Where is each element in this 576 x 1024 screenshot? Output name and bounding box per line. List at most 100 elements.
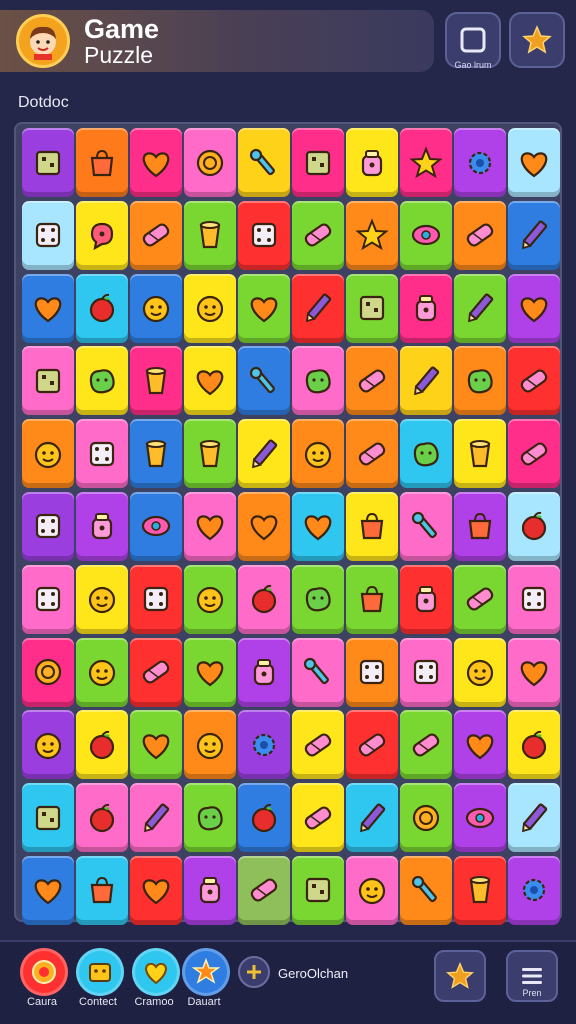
tile-heart[interactable] xyxy=(238,273,290,343)
tile-face[interactable] xyxy=(454,637,506,707)
tile-heart[interactable] xyxy=(292,491,344,561)
tile-wrench[interactable] xyxy=(238,346,290,416)
tile-face[interactable] xyxy=(184,564,236,634)
tile-heart[interactable] xyxy=(508,128,560,197)
tile-jar[interactable] xyxy=(400,273,452,343)
tile-face[interactable] xyxy=(184,273,236,343)
tile-box[interactable] xyxy=(22,346,74,416)
tile-candy[interactable] xyxy=(508,346,560,416)
tile-heart[interactable] xyxy=(184,637,236,707)
tile-bag[interactable] xyxy=(346,491,398,561)
tile-candy[interactable] xyxy=(238,855,290,925)
tile-blob[interactable] xyxy=(292,346,344,416)
tile-wrench[interactable] xyxy=(238,128,290,197)
tile-bag[interactable] xyxy=(346,564,398,634)
tile-box[interactable] xyxy=(346,273,398,343)
tile-dice[interactable] xyxy=(22,491,74,561)
tile-apple[interactable] xyxy=(508,710,560,780)
tile-blob[interactable] xyxy=(184,783,236,853)
tile-heart[interactable] xyxy=(130,855,182,925)
tile-dice[interactable] xyxy=(22,564,74,634)
tile-candy[interactable] xyxy=(454,564,506,634)
avatar[interactable] xyxy=(16,14,70,68)
tile-candy[interactable] xyxy=(454,200,506,270)
tile-apple[interactable] xyxy=(76,783,128,853)
tile-face[interactable] xyxy=(292,419,344,489)
tile-heart[interactable] xyxy=(238,491,290,561)
tile-jar[interactable] xyxy=(238,637,290,707)
tile-eye[interactable] xyxy=(400,200,452,270)
tile-blob[interactable] xyxy=(400,419,452,489)
tile-blob[interactable] xyxy=(292,564,344,634)
tile-heart[interactable] xyxy=(22,273,74,343)
tile-pencil[interactable] xyxy=(508,200,560,270)
tile-cup[interactable] xyxy=(130,346,182,416)
tile-bubble[interactable] xyxy=(76,200,128,270)
tile-heart[interactable] xyxy=(130,128,182,197)
tile-pencil[interactable] xyxy=(400,346,452,416)
tile-pencil[interactable] xyxy=(292,273,344,343)
tile-candy[interactable] xyxy=(130,200,182,270)
tile-candy[interactable] xyxy=(346,710,398,780)
tile-jar[interactable] xyxy=(184,855,236,925)
tile-cup[interactable] xyxy=(454,855,506,925)
tile-star[interactable] xyxy=(346,200,398,270)
tile-heart[interactable] xyxy=(130,710,182,780)
tile-jar[interactable] xyxy=(76,491,128,561)
tile-face[interactable] xyxy=(76,564,128,634)
tile-bag[interactable] xyxy=(76,855,128,925)
tile-gear[interactable] xyxy=(508,855,560,925)
tile-star[interactable] xyxy=(400,128,452,197)
tile-wrench[interactable] xyxy=(400,491,452,561)
tile-apple[interactable] xyxy=(76,710,128,780)
tile-coin[interactable] xyxy=(400,783,452,853)
star-button[interactable] xyxy=(509,12,565,68)
tile-apple[interactable] xyxy=(76,273,128,343)
tile-box[interactable] xyxy=(22,783,74,853)
tile-face[interactable] xyxy=(22,710,74,780)
tile-cup[interactable] xyxy=(454,419,506,489)
tile-box[interactable] xyxy=(22,128,74,197)
tile-candy[interactable] xyxy=(292,783,344,853)
tile-cup[interactable] xyxy=(184,200,236,270)
tile-dice[interactable] xyxy=(346,637,398,707)
tile-face[interactable] xyxy=(346,855,398,925)
tile-wrench[interactable] xyxy=(292,637,344,707)
tile-gear[interactable] xyxy=(238,710,290,780)
tile-dice[interactable] xyxy=(400,637,452,707)
tile-heart[interactable] xyxy=(22,855,74,925)
tile-pencil[interactable] xyxy=(130,783,182,853)
tile-wrench[interactable] xyxy=(400,855,452,925)
tile-candy[interactable] xyxy=(292,200,344,270)
tile-dice[interactable] xyxy=(238,200,290,270)
tile-gear[interactable] xyxy=(454,128,506,197)
tile-eye[interactable] xyxy=(454,783,506,853)
tile-pencil[interactable] xyxy=(508,783,560,853)
tile-heart[interactable] xyxy=(184,346,236,416)
powerup-button-3[interactable] xyxy=(132,948,180,996)
tile-blob[interactable] xyxy=(454,346,506,416)
tile-eye[interactable] xyxy=(130,491,182,561)
tile-candy[interactable] xyxy=(346,419,398,489)
tile-jar[interactable] xyxy=(346,128,398,197)
tile-box[interactable] xyxy=(292,855,344,925)
tile-bag[interactable] xyxy=(76,128,128,197)
tile-candy[interactable] xyxy=(346,346,398,416)
tile-candy[interactable] xyxy=(508,419,560,489)
tile-heart[interactable] xyxy=(454,710,506,780)
tile-cup[interactable] xyxy=(184,419,236,489)
tile-dice[interactable] xyxy=(508,564,560,634)
tile-bag[interactable] xyxy=(454,491,506,561)
tile-pencil[interactable] xyxy=(454,273,506,343)
tile-heart[interactable] xyxy=(184,491,236,561)
tile-cup[interactable] xyxy=(130,419,182,489)
tile-face[interactable] xyxy=(76,637,128,707)
plus-button[interactable] xyxy=(238,956,270,988)
powerup-button-1[interactable] xyxy=(20,948,68,996)
tile-apple[interactable] xyxy=(508,491,560,561)
tile-candy[interactable] xyxy=(292,710,344,780)
favorites-button[interactable] xyxy=(434,950,486,1002)
tile-pencil[interactable] xyxy=(238,419,290,489)
tile-apple[interactable] xyxy=(238,783,290,853)
powerup-button-2[interactable] xyxy=(76,948,124,996)
